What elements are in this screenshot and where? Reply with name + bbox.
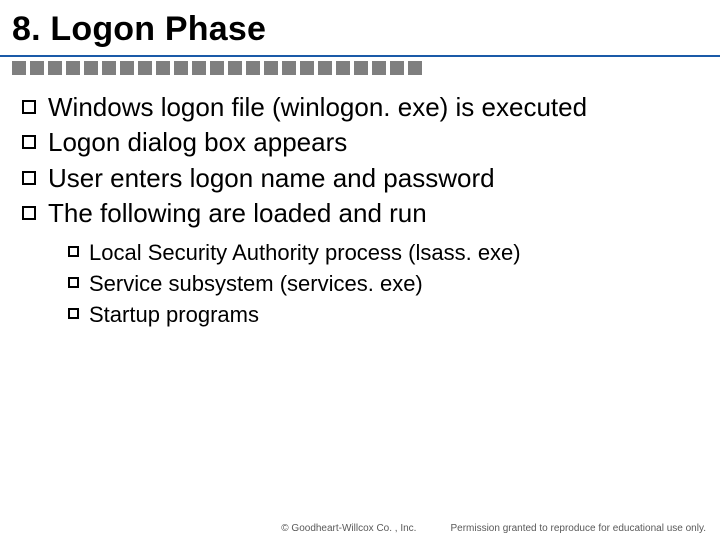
list-item: The following are loaded and run: [12, 197, 708, 230]
main-bullet-list: Windows logon file (winlogon. exe) is ex…: [12, 91, 708, 230]
list-item-text: Windows logon file (winlogon. exe) is ex…: [48, 91, 587, 124]
sub-bullet-list: Local Security Authority process (lsass.…: [12, 238, 708, 329]
square-bullet-icon: [68, 277, 79, 288]
list-item-text: Startup programs: [89, 300, 259, 329]
square-bullet-icon: [22, 135, 36, 149]
list-item-text: The following are loaded and run: [48, 197, 427, 230]
slide-title: 8. Logon Phase: [0, 0, 720, 57]
square-bullet-icon: [68, 246, 79, 257]
list-item-text: Service subsystem (services. exe): [89, 269, 423, 298]
list-item: Service subsystem (services. exe): [12, 269, 708, 298]
copyright-text: © Goodheart-Willcox Co. , Inc.: [281, 523, 416, 534]
square-bullet-icon: [22, 206, 36, 220]
list-item-text: User enters logon name and password: [48, 162, 495, 195]
list-item-text: Logon dialog box appears: [48, 126, 347, 159]
decorative-square-row: [0, 57, 720, 75]
list-item-text: Local Security Authority process (lsass.…: [89, 238, 521, 267]
list-item: Local Security Authority process (lsass.…: [12, 238, 708, 267]
list-item: User enters logon name and password: [12, 162, 708, 195]
list-item: Windows logon file (winlogon. exe) is ex…: [12, 91, 708, 124]
square-bullet-icon: [68, 308, 79, 319]
square-bullet-icon: [22, 171, 36, 185]
slide-footer: © Goodheart-Willcox Co. , Inc. Permissio…: [0, 523, 720, 534]
list-item: Logon dialog box appears: [12, 126, 708, 159]
slide-body: Windows logon file (winlogon. exe) is ex…: [0, 75, 720, 329]
permission-text: Permission granted to reproduce for educ…: [450, 523, 706, 534]
list-item: Startup programs: [12, 300, 708, 329]
square-bullet-icon: [22, 100, 36, 114]
